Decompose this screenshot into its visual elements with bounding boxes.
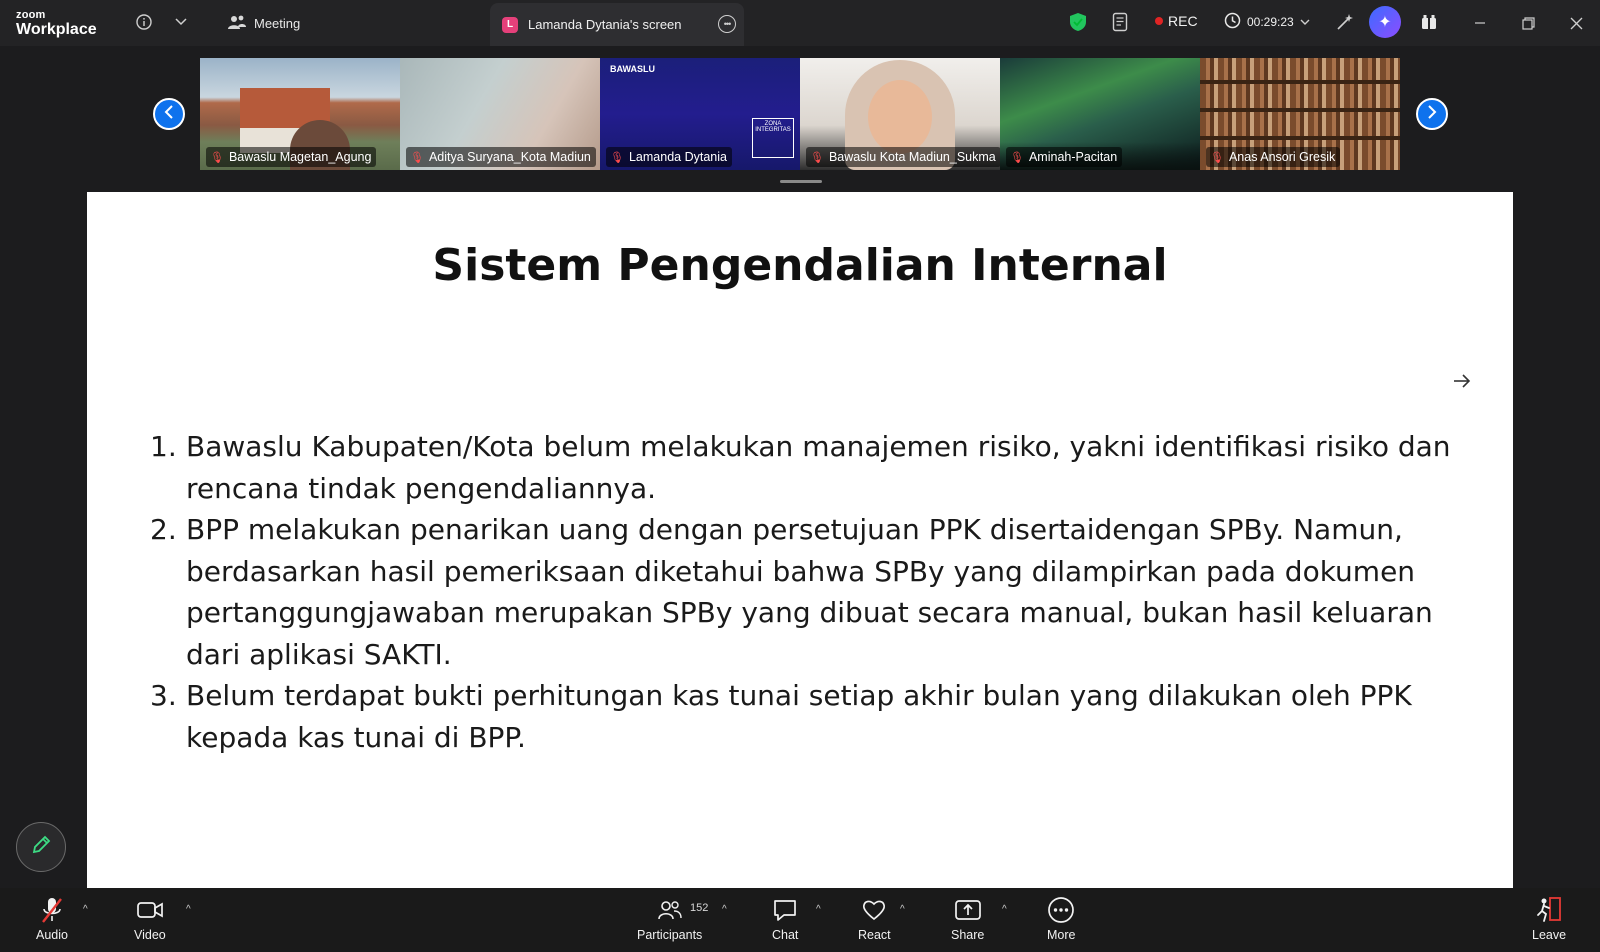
- zoom-workplace-logo: zoom Workplace: [16, 9, 97, 38]
- mic-muted-icon: [39, 896, 65, 924]
- bookshelf-line: [1200, 108, 1400, 112]
- title-bar: zoom Workplace Meeting L Lamanda Dytania…: [0, 0, 1600, 46]
- magic-wand-icon[interactable]: [1334, 11, 1356, 33]
- tab-shared-screen[interactable]: L Lamanda Dytania's screen •••: [490, 3, 744, 46]
- ai-companion-button[interactable]: ✦: [1369, 6, 1401, 38]
- bookshelf-line: [1200, 80, 1400, 84]
- chat-bubble-icon: [772, 896, 798, 924]
- annotate-button[interactable]: [16, 822, 66, 872]
- meeting-timer[interactable]: 00:29:23: [1224, 12, 1310, 32]
- zona-integritas-box: ZONA INTEGRITAS: [752, 118, 794, 158]
- leave-button[interactable]: Leave: [1532, 896, 1566, 942]
- bookshelf-line: [1200, 136, 1400, 140]
- leave-door-icon: [1536, 896, 1562, 924]
- strip-next-button[interactable]: [1416, 98, 1448, 130]
- sharer-avatar-badge: L: [502, 16, 518, 33]
- participants-icon: [657, 896, 683, 924]
- more-button[interactable]: More: [1047, 896, 1075, 942]
- sparkle-icon: ✦: [1378, 14, 1392, 31]
- notes-icon[interactable]: [1110, 11, 1132, 33]
- tab-shared-screen-label: Lamanda Dytania's screen: [528, 17, 682, 32]
- face-shape: [868, 80, 932, 154]
- slide-title: Sistem Pengendalian Internal: [432, 240, 1168, 291]
- share-options-caret[interactable]: ^: [1002, 904, 1007, 915]
- tab-meeting-label: Meeting: [254, 15, 301, 31]
- video-options-caret[interactable]: ^: [186, 904, 191, 915]
- tab-meeting[interactable]: Meeting: [228, 12, 300, 34]
- chevron-right-icon: [1427, 104, 1437, 124]
- mic-muted-icon: 🎙: [810, 151, 824, 164]
- participant-name-tag: 🎙 Anas Ansori Gresik: [1206, 147, 1341, 167]
- rec-label: REC: [1168, 13, 1198, 29]
- video-tile[interactable]: 🎙 Bawaslu Kota Madiun_Sukma: [800, 58, 1000, 170]
- mic-muted-icon: 🎙: [1010, 151, 1024, 164]
- apps-icon[interactable]: [1418, 11, 1440, 33]
- chevron-down-icon[interactable]: [172, 12, 190, 32]
- more-dots-icon: [1047, 896, 1075, 924]
- chat-button[interactable]: Chat: [772, 896, 798, 942]
- participant-name-tag: 🎙 Lamanda Dytania: [606, 147, 732, 167]
- list-item: 2. BPP melakukan penarikan uang dengan p…: [150, 513, 1433, 671]
- minimize-icon[interactable]: [1468, 12, 1492, 34]
- meeting-toolbar: Audio ^ Video ^ Participants 152 ^ Chat …: [0, 888, 1600, 952]
- video-camera-icon: [136, 896, 164, 924]
- pencil-icon: [30, 834, 52, 861]
- info-icon[interactable]: [134, 12, 154, 32]
- bawaslu-logo: BAWASLU: [610, 64, 655, 74]
- record-dot-icon: [1155, 17, 1163, 25]
- share-screen-icon: [954, 896, 982, 924]
- encryption-shield-icon[interactable]: [1068, 11, 1088, 33]
- video-tile[interactable]: 🎙 Bawaslu Magetan_Agung: [200, 58, 400, 170]
- strip-prev-button[interactable]: [153, 98, 185, 130]
- close-icon[interactable]: [1564, 12, 1588, 34]
- participants-group-icon: [228, 14, 246, 33]
- participant-name-tag: 🎙 Bawaslu Kota Madiun_Sukma: [806, 147, 1000, 167]
- share-button[interactable]: Share: [951, 896, 984, 942]
- video-strip: 🎙 Bawaslu Magetan_Agung 🎙 Aditya Suryana…: [200, 58, 1400, 170]
- chevron-left-icon: [164, 104, 174, 124]
- video-tile[interactable]: 🎙 Aditya Suryana_Kota Madiun: [400, 58, 600, 170]
- heart-icon: [861, 896, 887, 924]
- list-item: 3. Belum terdapat bukti perhitungan kas …: [150, 679, 1412, 754]
- mic-muted-icon: 🎙: [410, 151, 424, 164]
- mic-muted-icon: 🎙: [210, 151, 224, 164]
- list-item: 1. Bawaslu Kabupaten/Kota belum melakuka…: [150, 430, 1451, 505]
- react-button[interactable]: React: [858, 896, 891, 942]
- mic-muted-icon: 🎙: [610, 151, 624, 164]
- slide-findings-list: 1. Bawaslu Kabupaten/Kota belum melakuka…: [150, 426, 1480, 758]
- video-button[interactable]: Video: [134, 896, 166, 942]
- timer-value: 00:29:23: [1247, 15, 1294, 29]
- mic-muted-icon: 🎙: [1210, 151, 1224, 164]
- participant-name-tag: 🎙 Bawaslu Magetan_Agung: [206, 147, 377, 167]
- video-tile[interactable]: BAWASLU ZONA INTEGRITAS 🎙 Lamanda Dytani…: [600, 58, 800, 170]
- video-tile[interactable]: 🎙 Anas Ansori Gresik: [1200, 58, 1400, 170]
- strip-resize-handle[interactable]: [780, 180, 822, 183]
- participants-count: 152: [690, 902, 709, 914]
- recording-indicator[interactable]: REC: [1155, 13, 1198, 29]
- more-options-icon[interactable]: •••: [718, 15, 736, 33]
- shared-slide: Sistem Pengendalian Internal 1. Bawaslu …: [87, 192, 1513, 888]
- arrow-right-icon: [1453, 372, 1471, 393]
- participant-name-tag: 🎙 Aditya Suryana_Kota Madiun: [406, 147, 596, 167]
- participants-options-caret[interactable]: ^: [722, 904, 727, 915]
- audio-button[interactable]: Audio: [36, 896, 68, 942]
- restore-icon[interactable]: [1516, 12, 1540, 34]
- clock-icon: [1224, 12, 1241, 32]
- chevron-down-icon[interactable]: [1300, 15, 1310, 29]
- audio-options-caret[interactable]: ^: [83, 904, 88, 915]
- participant-name-tag: 🎙 Aminah-Pacitan: [1006, 147, 1123, 167]
- video-tile[interactable]: 🎙 Aminah-Pacitan: [1000, 58, 1200, 170]
- chat-options-caret[interactable]: ^: [816, 904, 821, 915]
- react-options-caret[interactable]: ^: [900, 904, 905, 915]
